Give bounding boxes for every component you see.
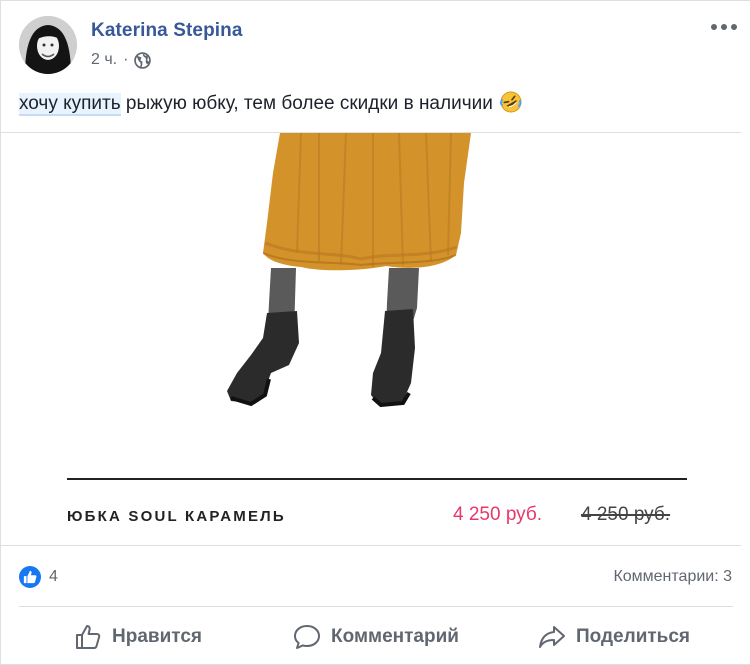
feed-post: Katerina Stepina 2 ч. · хочу купить рыжу…	[0, 0, 750, 665]
post-text-highlight[interactable]: хочу купить	[19, 93, 121, 116]
post-timestamp[interactable]: 2 ч.	[91, 51, 117, 69]
actions-divider	[19, 606, 733, 607]
post-meta: 2 ч. ·	[91, 51, 152, 69]
product-price-new: 4 250 руб.	[453, 504, 543, 525]
comment-button[interactable]: Комментарий	[257, 613, 495, 661]
post-image[interactable]: ЮБКА SOUL КАРАМЕЛЬ 4 250 руб. 4 250 руб.	[1, 132, 741, 546]
dot-icon	[711, 24, 717, 30]
meta-separator: ·	[123, 51, 129, 68]
post-text-body: рыжую юбку, тем более скидки в наличии	[120, 93, 493, 114]
post-action-bar: Нравится Комментарий Поделиться	[19, 613, 733, 661]
post-text: хочу купить рыжую юбку, тем более скидки…	[19, 91, 522, 116]
product-name: ЮБКА SOUL КАРАМЕЛЬ	[67, 508, 286, 525]
author-name[interactable]: Katerina Stepina	[91, 20, 243, 42]
speech-bubble-icon	[294, 625, 321, 649]
like-reaction-icon	[19, 566, 41, 588]
dot-icon	[731, 24, 737, 30]
skirt-photo	[227, 133, 471, 408]
globe-icon[interactable]	[134, 51, 152, 69]
author-avatar[interactable]	[19, 16, 77, 74]
share-button-label: Поделиться	[575, 626, 691, 647]
dot-icon	[721, 24, 727, 30]
reactions-count: 4	[49, 568, 58, 585]
share-arrow-icon	[538, 626, 565, 648]
product-divider	[67, 478, 687, 480]
thumbs-up-icon	[76, 625, 101, 649]
rolling-on-floor-laughing-emoji-icon	[500, 91, 522, 113]
more-options-button[interactable]	[711, 17, 737, 37]
like-button-label: Нравится	[112, 626, 202, 647]
comment-button-label: Комментарий	[331, 626, 459, 647]
product-price-old: 4 250 руб.	[581, 504, 671, 525]
share-button[interactable]: Поделиться	[495, 613, 733, 661]
reactions-summary[interactable]: 4	[19, 566, 58, 588]
comments-count-link[interactable]: Комментарии: 3	[613, 568, 732, 586]
like-button[interactable]: Нравится	[19, 613, 257, 661]
